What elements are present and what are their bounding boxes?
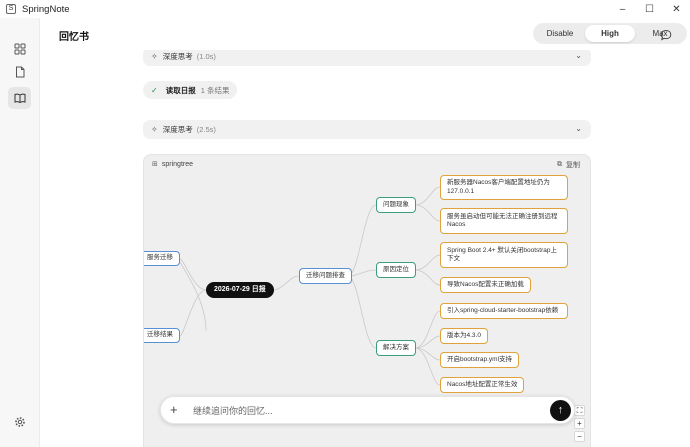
mindmap-leaf-node[interactable]: 开启bootstrap.yml支持 (440, 352, 520, 368)
mindmap-leaf-node[interactable]: 新服务器Nacos客户端配置地址仍为127.0.0.1 (440, 175, 568, 200)
mindmap-leaf-node[interactable]: 版本为4.3.0 (440, 328, 488, 344)
mindmap-category-node[interactable]: 原因定位 (376, 262, 416, 278)
thinking-block-collapsed[interactable]: ✧ 深度思考 (2.5s) ⌄ (143, 120, 591, 139)
thinking-label: 深度思考 (162, 52, 193, 61)
zoom-in-button[interactable]: + (574, 418, 585, 429)
mindmap-category-node[interactable]: 解决方案 (376, 340, 416, 356)
minimize-button[interactable]: – (609, 0, 636, 18)
send-button[interactable]: ↑ (550, 400, 571, 421)
thinking-block-collapsed[interactable]: ✧ 深度思考 (1.0s) ⌄ (143, 50, 591, 66)
settings-button[interactable] (8, 411, 31, 433)
gear-icon (14, 417, 25, 427)
header: 回忆书 Disable High Max (40, 18, 690, 50)
sparkle-icon: ✧ (151, 52, 158, 61)
close-button[interactable]: ✕ (663, 0, 690, 18)
app-logo-icon: S (6, 4, 16, 14)
mindmap-category-node[interactable]: 问题现象 (376, 197, 416, 213)
mindmap-node-left[interactable]: 迁移结果 (144, 328, 180, 343)
chat-icon[interactable] (660, 29, 672, 41)
grid-icon (14, 43, 25, 55)
sidebar (0, 18, 40, 447)
sidebar-item-memoir[interactable] (8, 87, 31, 109)
app-title: SpringNote (22, 3, 70, 15)
thinking-duration: (2.5s) (196, 125, 216, 134)
mindmap-root-node[interactable]: 2026-07-29 日报 (206, 282, 274, 298)
chevron-down-icon: ⌄ (575, 51, 582, 60)
mode-option-disable[interactable]: Disable (535, 25, 585, 42)
tool-call-result[interactable]: ✓ 读取日报 1 条结果 (143, 81, 238, 99)
check-icon: ✓ (151, 85, 158, 95)
title-bar: S SpringNote – ☐ ✕ (0, 0, 690, 18)
mindmap-leaf-node[interactable]: Nacos地址配置正常生效 (440, 377, 525, 393)
sidebar-item-documents[interactable] (8, 61, 31, 83)
mindmap-leaf-node[interactable]: 导致Nacos配置未正确加载 (440, 277, 531, 293)
sidebar-item-dashboard[interactable] (8, 38, 31, 60)
mindmap-leaf-node[interactable]: 引入spring-cloud-starter-bootstrap依赖 (440, 303, 568, 319)
chevron-down-icon: ⌄ (575, 124, 582, 133)
mindmap-leaf-node[interactable]: Spring Boot 2.4+ 默认关闭bootstrap上下文 (440, 242, 568, 268)
zoom-out-button[interactable]: − (574, 431, 585, 442)
mindmap-leaf-node[interactable]: 服务虽启动但可能无法正确注册到远程Nacos (440, 208, 568, 234)
document-icon (15, 66, 24, 78)
fit-view-icon[interactable]: ⛶ (574, 405, 585, 416)
window-controls: – ☐ ✕ (609, 0, 690, 18)
book-icon (14, 93, 25, 104)
tool-result-count: 1 条结果 (200, 85, 230, 95)
add-attachment-button[interactable]: + (170, 402, 178, 418)
mode-option-high[interactable]: High (585, 25, 635, 42)
message-input[interactable] (193, 403, 533, 418)
thinking-duration: (1.0s) (196, 52, 216, 61)
sparkle-icon: ✧ (151, 125, 158, 134)
thinking-label: 深度思考 (162, 125, 193, 134)
message-composer: + ↑ (160, 396, 575, 424)
tool-name: 读取日报 (165, 85, 196, 95)
mindmap-node-left[interactable]: 服务迁移 (144, 251, 180, 266)
mindmap-branch-node[interactable]: 迁移问题排查 (299, 268, 352, 284)
conversation-area: ✧ 深度思考 (1.0s) ⌄ ✓ 读取日报 1 条结果 ✧ 深度思考 (2.5… (40, 50, 690, 447)
page-title: 回忆书 (59, 32, 89, 43)
maximize-button[interactable]: ☐ (636, 0, 663, 18)
